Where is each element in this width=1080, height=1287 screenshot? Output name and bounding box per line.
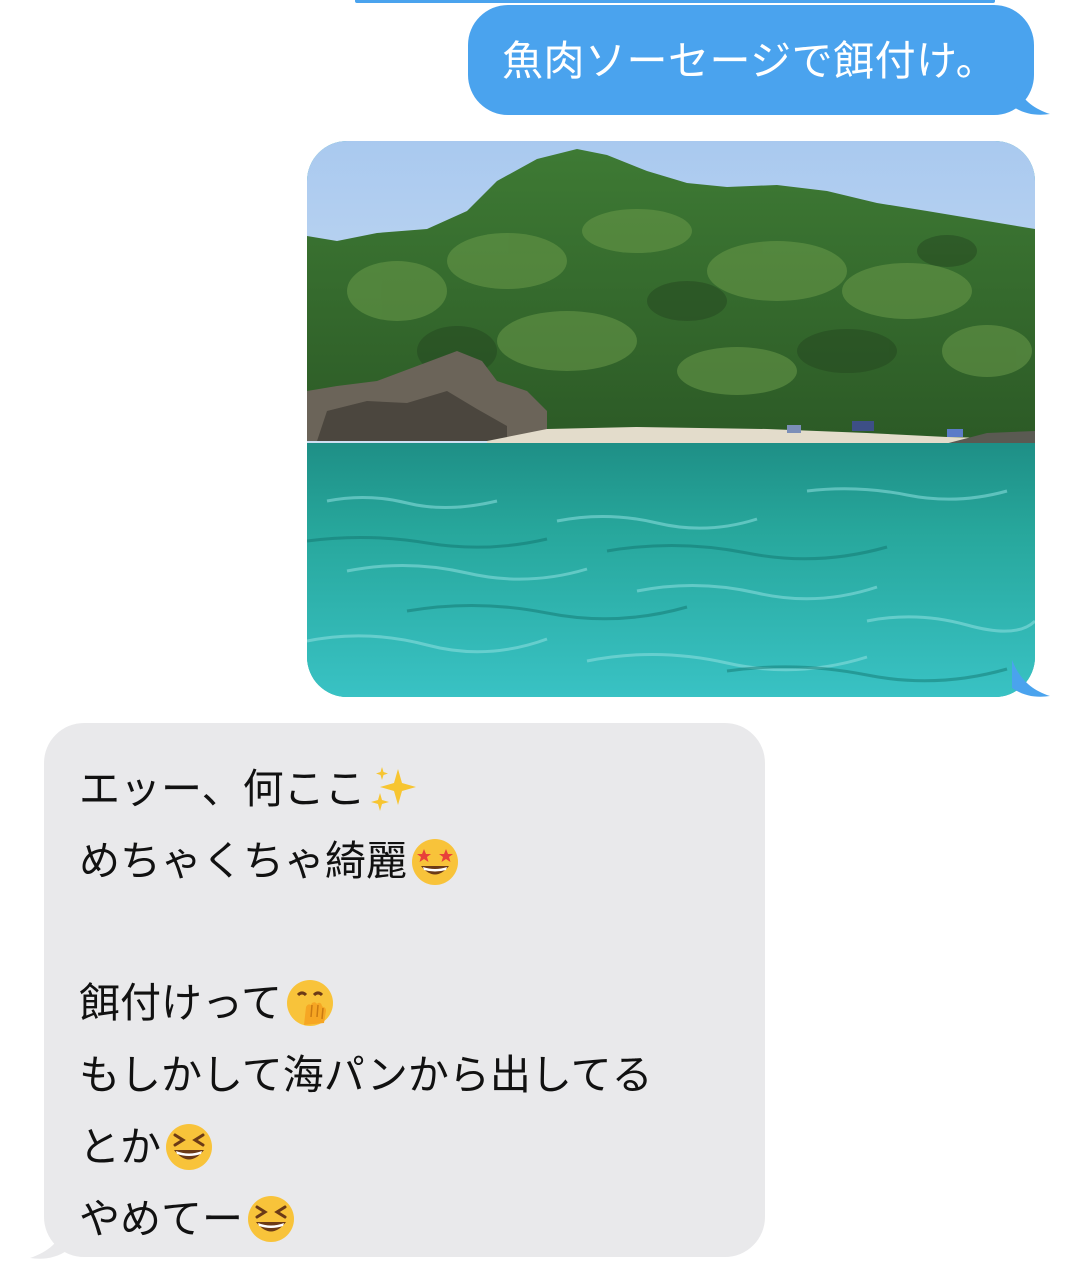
sparkles-icon <box>368 763 420 815</box>
sent-message-text: 魚肉ソーセージで餌付け。 <box>502 37 998 85</box>
received-line-text: めちゃくちゃ綺麗 <box>79 837 407 885</box>
received-line: エッー、何ここ <box>79 753 653 825</box>
received-line-text: エッー、何ここ <box>79 765 366 813</box>
previous-message-bubble-edge <box>355 0 995 3</box>
received-line-text: もしかして海パンから出してる <box>79 1051 653 1099</box>
received-line: やめてー <box>79 1183 653 1255</box>
beach-cove-photo <box>307 141 1035 697</box>
received-line: めちゃくちゃ綺麗 <box>79 825 653 897</box>
received-line-blank <box>79 897 653 967</box>
received-line-text: やめてー <box>79 1195 243 1243</box>
hand-over-mouth-emoji-icon <box>284 977 336 1029</box>
received-message-lines: エッー、何ここ めちゃくちゃ綺麗 餌付けって もしかして海パンから出してる とか… <box>79 753 653 1255</box>
sent-message-bubble[interactable]: 魚肉ソーセージで餌付け。 <box>468 5 1034 115</box>
photo-bubble-tail <box>1012 660 1050 697</box>
sent-photo-bubble[interactable] <box>307 141 1035 697</box>
received-line-text: 餌付けって <box>79 979 282 1027</box>
received-line-text: とか <box>79 1123 161 1171</box>
received-line: とか <box>79 1111 653 1183</box>
received-message-bubble[interactable]: エッー、何ここ めちゃくちゃ綺麗 餌付けって もしかして海パンから出してる とか… <box>44 723 765 1257</box>
grinning-squinting-emoji-icon <box>163 1121 215 1173</box>
star-struck-emoji-icon <box>409 835 461 887</box>
received-line: 餌付けって <box>79 967 653 1039</box>
received-line: もしかして海パンから出してる <box>79 1039 653 1111</box>
sent-bubble-tail <box>1012 78 1050 115</box>
grinning-squinting-emoji-icon <box>245 1193 297 1245</box>
